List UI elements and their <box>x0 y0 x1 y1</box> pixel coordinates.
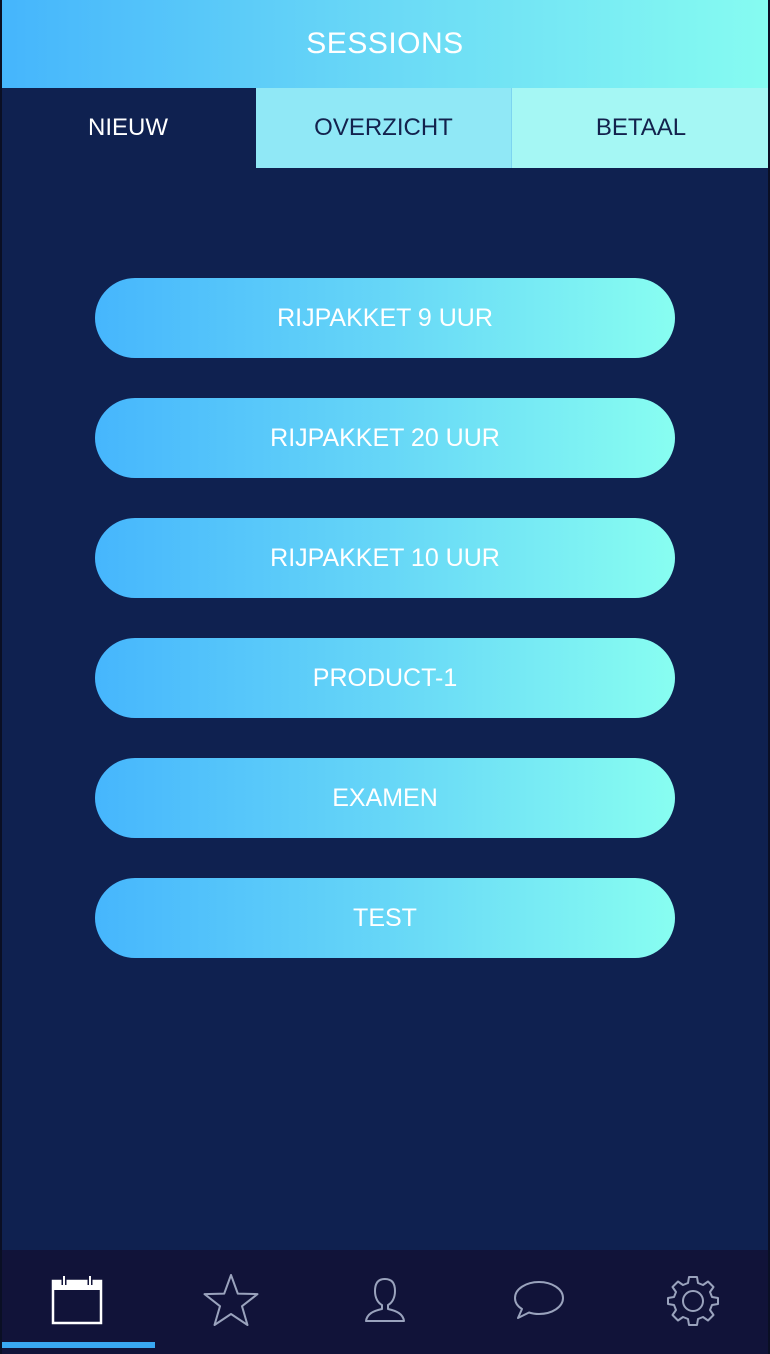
product-button-rijpakket-9-uur[interactable]: RIJPAKKET 9 UUR <box>95 278 675 358</box>
chat-bubble-icon <box>514 1281 564 1319</box>
nav-sessions[interactable] <box>0 1250 154 1350</box>
bottom-navigation <box>0 1250 770 1354</box>
product-button-product-1[interactable]: PRODUCT-1 <box>95 638 675 718</box>
app-header: SESSIONS <box>0 0 770 88</box>
product-list: RIJPAKKET 9 UUR RIJPAKKET 20 UUR RIJPAKK… <box>95 278 675 998</box>
nav-messages[interactable] <box>462 1250 616 1350</box>
star-icon <box>203 1274 259 1326</box>
tab-bar: NIEUW OVERZICHT BETAAL <box>0 88 770 168</box>
tab-betaal[interactable]: BETAAL <box>512 88 770 168</box>
tab-nieuw[interactable]: NIEUW <box>0 88 256 168</box>
product-button-rijpakket-20-uur[interactable]: RIJPAKKET 20 UUR <box>95 398 675 478</box>
page-title: SESSIONS <box>306 27 464 60</box>
tab-overzicht[interactable]: OVERZICHT <box>256 88 512 168</box>
product-button-test[interactable]: TEST <box>95 878 675 958</box>
product-button-examen[interactable]: EXAMEN <box>95 758 675 838</box>
nav-profile[interactable] <box>308 1250 462 1350</box>
active-tab-indicator <box>2 1342 155 1348</box>
user-icon <box>365 1278 405 1322</box>
nav-settings[interactable] <box>616 1250 770 1350</box>
calendar-icon <box>51 1276 103 1325</box>
nav-favorites[interactable] <box>154 1250 308 1350</box>
gear-icon <box>667 1276 719 1326</box>
product-button-rijpakket-10-uur[interactable]: RIJPAKKET 10 UUR <box>95 518 675 598</box>
